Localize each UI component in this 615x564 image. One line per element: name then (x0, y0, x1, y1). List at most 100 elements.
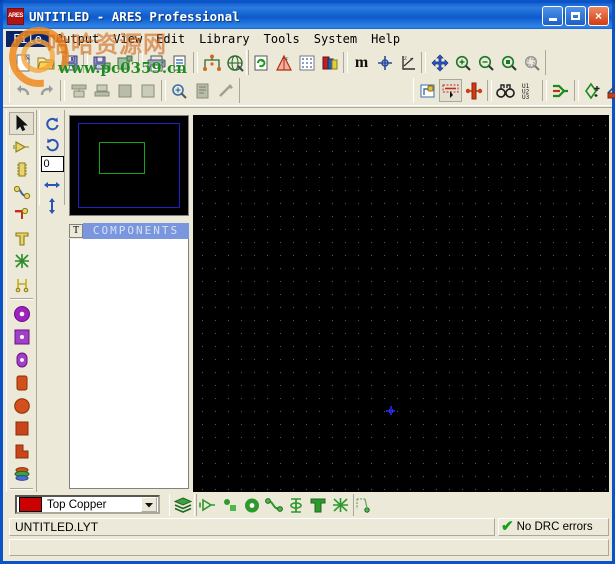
package-mode-icon[interactable] (9, 158, 34, 181)
menu-view[interactable]: View (106, 31, 149, 47)
export-region-icon[interactable] (113, 51, 136, 74)
metric-icon[interactable]: m (350, 51, 373, 74)
import-region-icon[interactable] (90, 51, 113, 74)
property-icon[interactable] (191, 79, 214, 102)
menu-edit[interactable]: Edit (149, 31, 192, 47)
menu-bar: File Output View Edit Library Tools Syst… (3, 29, 612, 48)
menu-tools[interactable]: Tools (257, 31, 307, 47)
status-drc-text: No DRC errors (516, 521, 593, 533)
new-file-icon[interactable] (12, 51, 35, 74)
ratsnest-icon[interactable] (439, 79, 462, 102)
preview-pane[interactable] (69, 115, 189, 216)
zone-mode-icon[interactable] (9, 227, 34, 250)
menu-file[interactable]: File (6, 30, 49, 47)
block-copy-icon[interactable] (136, 79, 159, 102)
maximize-button[interactable] (565, 6, 586, 26)
menu-library[interactable]: Library (192, 31, 257, 47)
origin-icon[interactable] (373, 51, 396, 74)
paste-icon[interactable] (113, 79, 136, 102)
3d-view-icon[interactable] (223, 51, 246, 74)
circular-smt-pad-icon[interactable] (9, 394, 34, 417)
mirror-vertical-icon[interactable] (40, 195, 64, 216)
track-mode-icon[interactable] (9, 181, 34, 204)
mirror-horizontal-icon[interactable] (40, 174, 64, 195)
drc-icon[interactable] (581, 79, 604, 102)
ratsnest-force-icon[interactable] (462, 79, 485, 102)
layer-select-value: Top Copper (47, 498, 107, 511)
zoom-out-icon[interactable] (474, 51, 497, 74)
window-title: UNTITLED - ARES Professional (29, 8, 240, 24)
redo-icon[interactable] (35, 79, 58, 102)
close-button[interactable]: × (588, 6, 609, 26)
dil-pad-icon[interactable] (9, 348, 34, 371)
copy-icon[interactable] (90, 79, 113, 102)
layers-ar-icon[interactable]: F (272, 51, 295, 74)
via-mode-icon[interactable] (9, 204, 34, 227)
square-pad-icon[interactable] (9, 325, 34, 348)
report-icon[interactable] (604, 79, 615, 102)
auto-router-icon[interactable] (549, 79, 572, 102)
rotate-counterclockwise-icon[interactable] (40, 134, 64, 155)
toolbar-separator (343, 52, 348, 73)
component-green-icon[interactable] (197, 495, 219, 516)
axes-icon[interactable]: Z (396, 51, 419, 74)
numbering-icon[interactable]: U1 U2 U3 (517, 79, 540, 102)
layer-select-dropdown[interactable]: Top Copper (15, 495, 160, 514)
layer-stack-icon[interactable] (172, 495, 194, 516)
via-green-icon[interactable] (285, 495, 307, 516)
connectivity-mode-icon[interactable] (9, 273, 34, 296)
print-icon[interactable] (145, 51, 168, 74)
zoom-area-icon[interactable] (520, 51, 543, 74)
layer-filter-group (194, 494, 354, 516)
zoom-all-icon[interactable] (497, 51, 520, 74)
menu-output[interactable]: Output (49, 31, 106, 47)
text-green-icon[interactable] (307, 495, 329, 516)
package-green-icon[interactable] (219, 495, 241, 516)
ares-main-window: ARES UNTITLED - ARES Professional × File… (0, 0, 615, 564)
components-list[interactable] (69, 239, 189, 489)
toolbar-file-group (9, 50, 249, 75)
find-icon[interactable] (168, 79, 191, 102)
status-filename: UNTITLED.LYT (9, 518, 495, 536)
pcb-canvas[interactable] (193, 115, 609, 493)
chevron-down-icon[interactable] (141, 497, 157, 512)
layer-toolbar: Top Copper (6, 492, 612, 518)
component-mode-icon[interactable] (9, 135, 34, 158)
preview-viewport-rect (99, 142, 145, 174)
smt-pad-icon[interactable] (9, 371, 34, 394)
zoom-in-icon[interactable] (451, 51, 474, 74)
ratsnest-green-icon[interactable] (329, 495, 351, 516)
svg-text:F: F (285, 58, 288, 63)
toolbar-separator (138, 52, 143, 73)
track-green-icon[interactable] (263, 495, 285, 516)
rotation-angle-input[interactable]: 0 (40, 156, 64, 172)
minimize-button[interactable] (542, 6, 563, 26)
netlist-icon[interactable] (200, 51, 223, 74)
refresh-icon[interactable] (249, 51, 272, 74)
save-disk-icon[interactable] (58, 51, 81, 74)
rect-smt-pad-icon[interactable] (9, 417, 34, 440)
board-lock-icon[interactable] (416, 79, 439, 102)
svg-text:U3: U3 (522, 94, 530, 100)
menu-system[interactable]: System (307, 31, 364, 47)
ratsnest-mode-icon[interactable] (9, 250, 34, 273)
selection-arrow-icon[interactable] (9, 112, 34, 135)
menu-help[interactable]: Help (364, 31, 407, 47)
cut-icon[interactable] (67, 79, 90, 102)
pad-green-icon[interactable] (241, 495, 263, 516)
undo-icon[interactable] (12, 79, 35, 102)
print-region-icon[interactable] (168, 51, 191, 74)
components-toggle-button[interactable]: T (69, 224, 83, 238)
round-pad-icon[interactable] (9, 302, 34, 325)
connect-green-icon[interactable] (352, 495, 374, 516)
binoculars-icon[interactable] (494, 79, 517, 102)
padstack-icon[interactable] (9, 463, 34, 486)
grid-dots-icon[interactable] (295, 51, 318, 74)
layer-colors-icon[interactable] (318, 51, 341, 74)
polygonal-pad-icon[interactable] (9, 440, 34, 463)
check-icon: ✔ (501, 518, 514, 535)
rotate-clockwise-icon[interactable] (40, 113, 64, 134)
open-folder-icon[interactable] (35, 51, 58, 74)
pan-icon[interactable] (428, 51, 451, 74)
tidy-icon[interactable] (214, 79, 237, 102)
